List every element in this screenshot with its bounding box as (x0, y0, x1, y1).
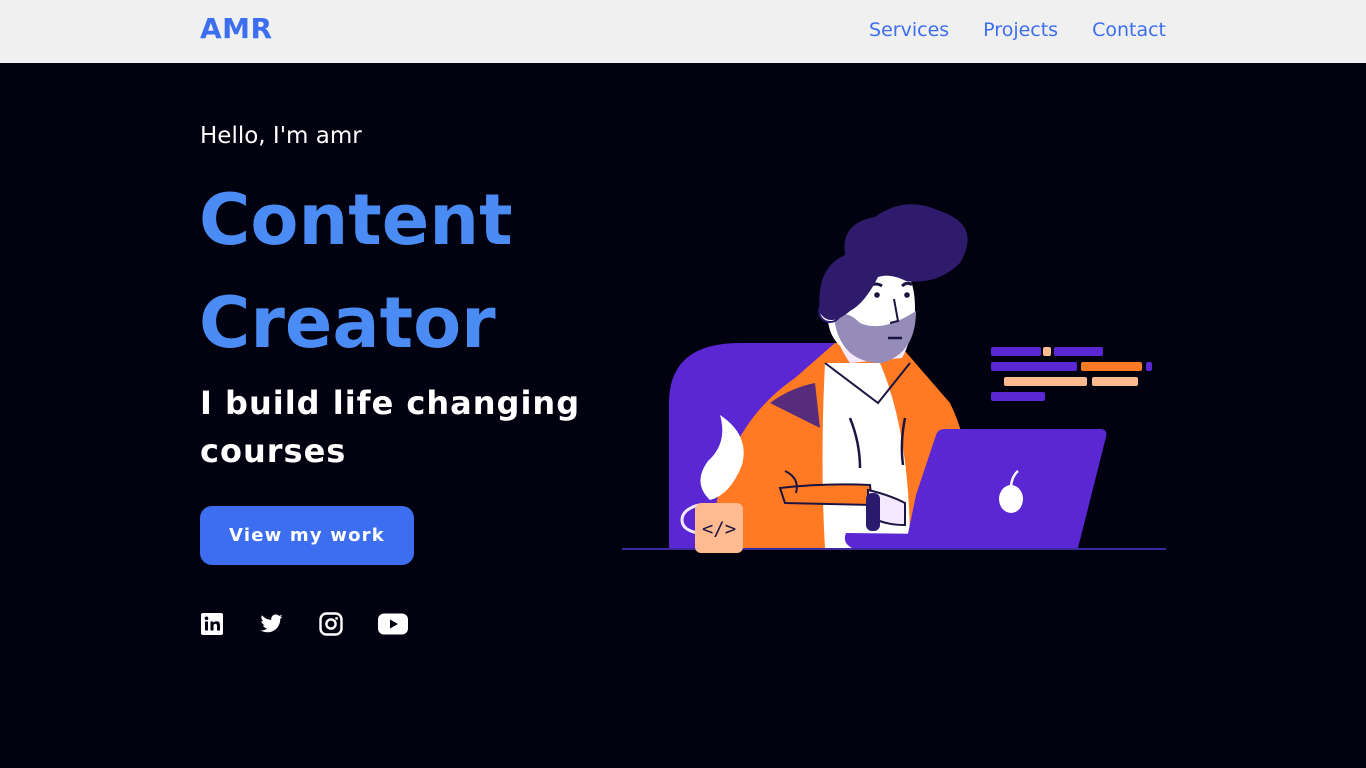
developer-illustration: </> (622, 204, 1166, 553)
twitter-icon (260, 614, 283, 633)
youtube-icon (378, 613, 408, 635)
nav-links: Services Projects Contact (869, 19, 1166, 41)
hero-title: Content Creator (199, 169, 513, 375)
hero-section: Hello, I'm amr Content Creator I build l… (0, 63, 1366, 768)
view-my-work-button[interactable]: View my work (200, 506, 414, 565)
mug-code-label: </> (702, 518, 736, 540)
linkedin-icon (201, 613, 223, 635)
hero-subtitle: I build life changing courses (200, 384, 581, 470)
nav-link-services[interactable]: Services (869, 19, 949, 41)
nav-link-contact[interactable]: Contact (1092, 19, 1166, 41)
hero-title-line-1: Content (199, 179, 513, 261)
youtube-link[interactable] (378, 612, 408, 640)
nav-link-projects[interactable]: Projects (983, 19, 1058, 41)
instagram-link[interactable] (319, 612, 343, 640)
navbar: AMR Services Projects Contact (0, 0, 1366, 63)
logo-link[interactable]: AMR (200, 12, 273, 45)
linkedin-link[interactable] (200, 612, 224, 640)
hero-title-line-2: Creator (199, 282, 496, 364)
twitter-link[interactable] (258, 612, 285, 640)
greeting-text: Hello, I'm amr (200, 123, 362, 149)
instagram-icon (319, 612, 343, 636)
